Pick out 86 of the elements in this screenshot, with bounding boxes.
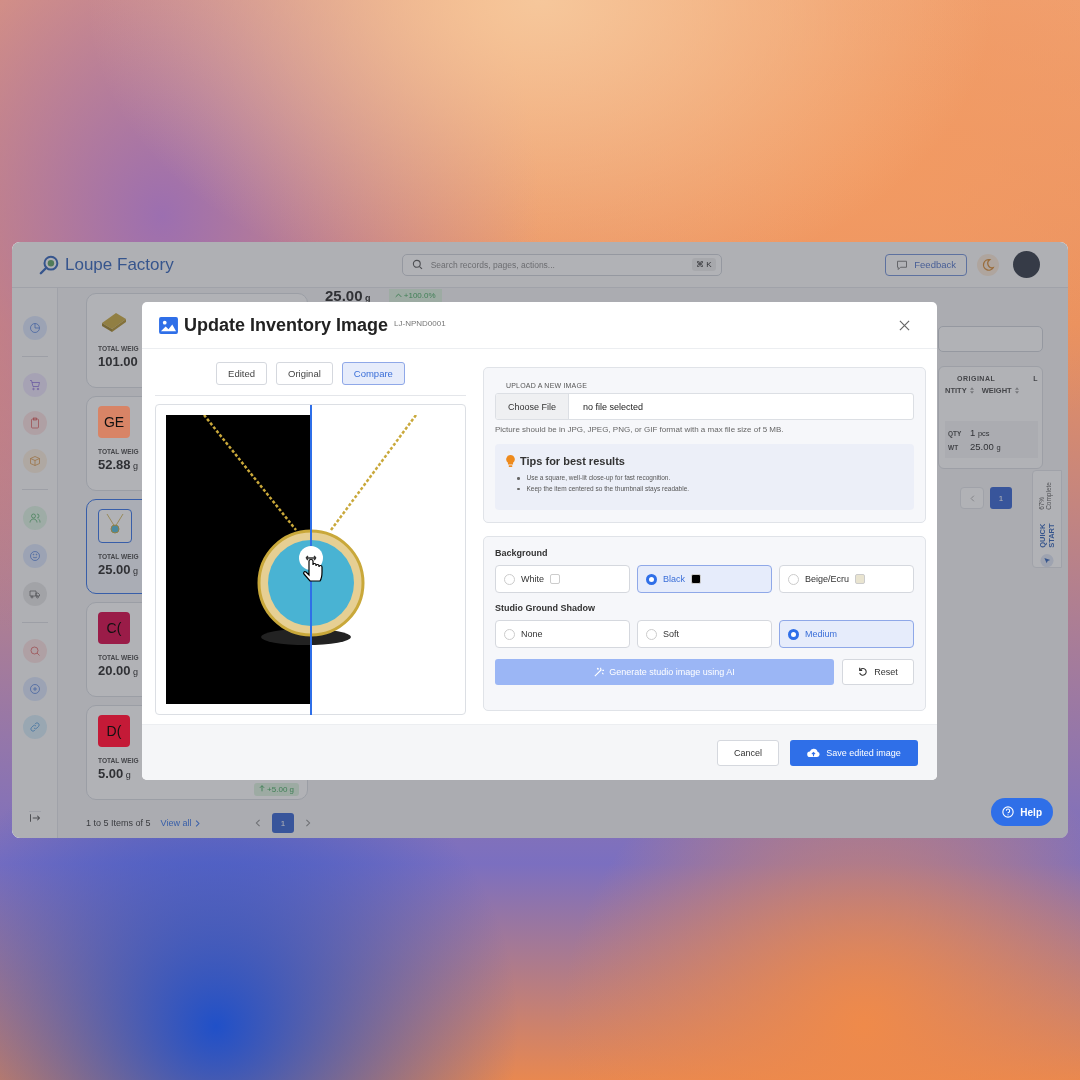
chevron-left-icon bbox=[968, 494, 976, 502]
magic-wand-icon bbox=[594, 667, 605, 677]
change-badge: +100.0% bbox=[388, 288, 442, 302]
radio-option[interactable]: White bbox=[495, 565, 630, 593]
dialog-title: Update Inventory Image bbox=[184, 314, 389, 336]
page-button[interactable]: 1 bbox=[272, 813, 294, 833]
filter-field[interactable] bbox=[938, 326, 1043, 352]
save-button[interactable]: Save edited image bbox=[790, 739, 918, 766]
radio-option[interactable]: Medium bbox=[779, 620, 914, 648]
card-value: 52.88 g bbox=[98, 457, 139, 472]
previous-page-icon[interactable] bbox=[254, 819, 262, 827]
box-icon[interactable] bbox=[22, 449, 47, 473]
item-range-text: 1 to 5 Items of 5 bbox=[86, 818, 151, 828]
moon-icon[interactable] bbox=[977, 253, 999, 276]
radio-button[interactable] bbox=[504, 573, 515, 585]
cart-icon[interactable] bbox=[22, 373, 47, 397]
link-icon[interactable] bbox=[22, 715, 47, 739]
next-page-icon[interactable] bbox=[304, 819, 312, 827]
initials-tile: D( bbox=[98, 715, 130, 747]
option-label: Black bbox=[663, 574, 685, 584]
search-icon bbox=[411, 259, 423, 270]
file-name-text: no file selected bbox=[582, 401, 644, 412]
view-tab[interactable]: Compare bbox=[341, 362, 405, 385]
help-button[interactable]: Help bbox=[991, 798, 1053, 826]
sort-icon[interactable] bbox=[1014, 387, 1019, 394]
question-icon bbox=[1002, 806, 1015, 818]
app-logo-text: Loupe Factory bbox=[65, 254, 174, 275]
option-label: White bbox=[521, 574, 544, 584]
view-tab[interactable]: Edited bbox=[216, 362, 268, 385]
card-value: 20.00 g bbox=[98, 663, 139, 678]
radio-option[interactable]: Soft bbox=[637, 620, 772, 648]
option-label: Beige/Ecru bbox=[805, 574, 850, 584]
page-button[interactable]: 1 bbox=[990, 487, 1012, 509]
close-icon[interactable] bbox=[899, 319, 910, 331]
radio-button[interactable] bbox=[788, 628, 799, 640]
sort-icon[interactable] bbox=[969, 387, 974, 394]
radio-option[interactable]: None bbox=[495, 620, 630, 648]
bullet-icon bbox=[517, 487, 520, 490]
item-code: LJ-NPND0001 bbox=[394, 318, 446, 328]
reset-icon bbox=[858, 667, 869, 677]
card-value: 25.00 g bbox=[98, 562, 139, 577]
plus-icon[interactable] bbox=[22, 677, 47, 701]
file-input-field[interactable]: Choose File no file selected bbox=[495, 393, 914, 420]
tips-title: Tips for best results bbox=[520, 455, 625, 467]
search-icon[interactable] bbox=[22, 639, 47, 663]
cancel-button[interactable]: Cancel bbox=[717, 739, 779, 766]
option-label: Medium bbox=[805, 629, 837, 639]
change-badge: +5.00 g bbox=[253, 783, 299, 796]
smile-icon[interactable] bbox=[22, 544, 47, 568]
view-all-link[interactable]: View all bbox=[160, 818, 192, 828]
pointer-icon bbox=[1038, 553, 1056, 567]
option-label: Soft bbox=[663, 629, 679, 639]
previous-page-button[interactable] bbox=[960, 487, 984, 509]
bullet-icon bbox=[517, 477, 520, 480]
option-group-title: Background bbox=[495, 548, 549, 558]
lightbulb-icon bbox=[506, 455, 515, 467]
radio-option[interactable]: Beige/Ecru bbox=[779, 565, 914, 593]
feedback-button[interactable]: Feedback bbox=[885, 253, 967, 276]
clip-icon[interactable] bbox=[22, 411, 47, 435]
pie-icon[interactable] bbox=[22, 316, 47, 340]
radio-button[interactable] bbox=[646, 573, 657, 585]
radio-button[interactable] bbox=[504, 628, 515, 640]
radio-button[interactable] bbox=[788, 573, 799, 585]
option-label: None bbox=[521, 629, 543, 639]
choose-file-button[interactable]: Choose File bbox=[496, 394, 570, 419]
necklace-thumbnail bbox=[98, 509, 132, 543]
card-value: 5.00 g bbox=[98, 766, 131, 781]
collapse-icon[interactable] bbox=[28, 811, 41, 824]
view-tab[interactable]: Original bbox=[276, 362, 333, 385]
truck-icon[interactable] bbox=[22, 582, 47, 606]
radio-button[interactable] bbox=[646, 628, 657, 640]
users-icon[interactable] bbox=[22, 506, 47, 530]
reset-button[interactable]: Reset bbox=[842, 659, 914, 685]
chat-bubble-icon bbox=[896, 258, 909, 271]
option-group-title: Studio Ground Shadow bbox=[495, 603, 596, 613]
radio-option[interactable]: Black bbox=[637, 565, 772, 593]
cloud-upload-icon bbox=[807, 747, 821, 758]
card-value: 101.00 bbox=[98, 354, 138, 369]
magnifier-logo-icon bbox=[39, 253, 61, 276]
chevron-right-icon bbox=[194, 819, 202, 827]
avatar[interactable] bbox=[1013, 251, 1040, 278]
initials-tile: GE bbox=[98, 406, 130, 438]
arrow-up-icon bbox=[258, 785, 265, 792]
initials-tile: C( bbox=[98, 612, 130, 644]
image-icon bbox=[159, 316, 178, 334]
upload-hint: Picture should be in JPG, JPEG, PNG, or GIF format with a max file size of 5 MB. bbox=[495, 425, 785, 434]
